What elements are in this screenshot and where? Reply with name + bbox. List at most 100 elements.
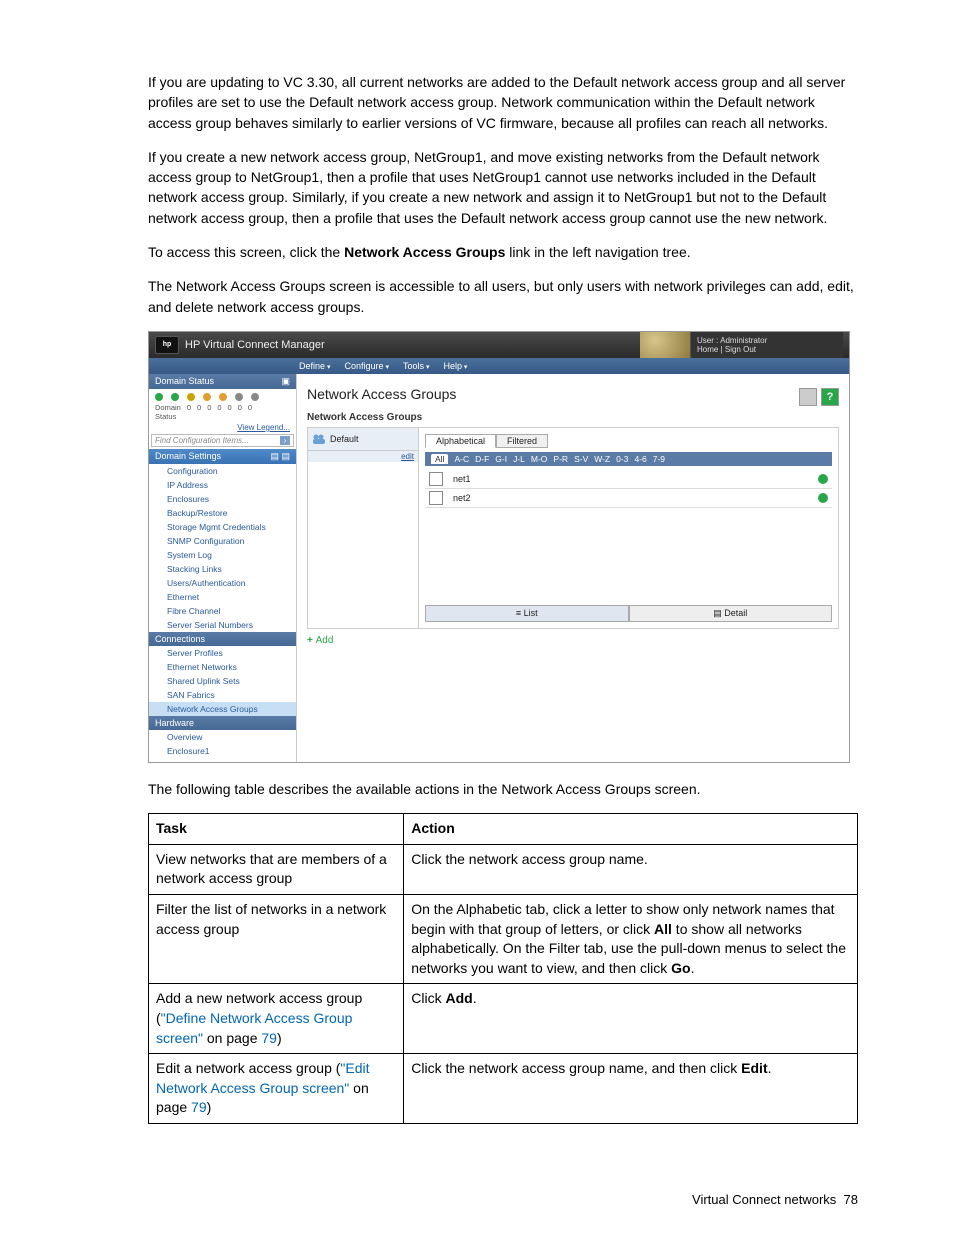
group-default-row[interactable]: Default xyxy=(308,428,418,451)
body-text: If you are updating to VC 3.30, all curr… xyxy=(148,72,858,317)
view-tabs: ≡ List ▤ Detail xyxy=(425,605,832,622)
user-area: User : Administrator Home | Sign Out xyxy=(690,332,843,358)
nav-item[interactable]: SNMP Configuration xyxy=(149,534,296,548)
tab-alphabetical[interactable]: Alphabetical xyxy=(425,434,496,448)
network-rows: net1 net2 xyxy=(425,470,832,508)
hw-list: OverviewEnclosure1 xyxy=(149,730,296,758)
network-name: net1 xyxy=(453,474,471,484)
status-ok-icon xyxy=(818,474,828,484)
menu-define[interactable]: Define xyxy=(299,361,330,371)
network-icon xyxy=(429,472,443,486)
collapse-icon[interactable]: ▣ xyxy=(281,376,290,387)
status-warn-icon xyxy=(203,393,211,401)
status-ok-icon xyxy=(155,393,163,401)
group-default-label: Default xyxy=(330,434,359,444)
nav-item[interactable]: Network Access Groups xyxy=(149,702,296,716)
nav-item[interactable]: Configuration xyxy=(149,464,296,478)
page-heading: Network Access Groups xyxy=(307,386,839,402)
th-task: Task xyxy=(149,814,404,845)
groups-panel: Default edit Alphabetical Filtered All A-… xyxy=(307,427,839,629)
view-legend-link[interactable]: View Legend... xyxy=(149,423,296,434)
domain-status-label: Domain Status xyxy=(155,376,214,387)
alpha-filter[interactable]: W-Z xyxy=(594,454,610,464)
alpha-filter[interactable]: 4-6 xyxy=(634,454,646,464)
menubar: Define Configure Tools Help xyxy=(149,358,849,374)
find-go-button[interactable]: › xyxy=(280,436,290,445)
p3-bold: Network Access Groups xyxy=(344,244,505,260)
status-ok-icon xyxy=(818,493,828,503)
hardware-header[interactable]: Hardware xyxy=(149,716,296,730)
left-nav: Domain Status ▣ Domain0000000 Status Vie… xyxy=(149,374,297,762)
nav-item[interactable]: Server Serial Numbers xyxy=(149,618,296,632)
alpha-filter[interactable]: A-C xyxy=(454,454,469,464)
nav-item[interactable]: IP Address xyxy=(149,478,296,492)
domain-status-counts: Domain0000000 xyxy=(149,403,296,412)
nav-item[interactable]: System Log xyxy=(149,548,296,562)
print-icon[interactable] xyxy=(799,388,817,406)
nav-item[interactable]: SAN Fabrics xyxy=(149,688,296,702)
menu-help[interactable]: Help xyxy=(443,361,467,371)
nav-item[interactable]: Ethernet Networks xyxy=(149,660,296,674)
nav-item[interactable]: Ethernet xyxy=(149,590,296,604)
find-items-input[interactable]: Find Configuration Items... › xyxy=(151,434,294,447)
nav-item[interactable]: Shared Uplink Sets xyxy=(149,674,296,688)
network-row[interactable]: net2 xyxy=(425,489,832,508)
actions-table: Task Action View networks that are membe… xyxy=(148,813,858,1124)
nav-item[interactable]: Backup/Restore xyxy=(149,506,296,520)
conn-list: Server ProfilesEthernet NetworksShared U… xyxy=(149,646,296,716)
find-placeholder: Find Configuration Items... xyxy=(155,436,249,445)
alpha-filter[interactable]: P-R xyxy=(553,454,568,464)
alpha-filter[interactable]: 7-9 xyxy=(653,454,665,464)
alpha-filter[interactable]: S-V xyxy=(574,454,588,464)
nav-item[interactable]: Enclosures xyxy=(149,492,296,506)
nav-item[interactable]: Overview xyxy=(149,730,296,744)
network-row[interactable]: net1 xyxy=(425,470,832,489)
alpha-filter[interactable]: D-F xyxy=(475,454,489,464)
connections-header[interactable]: Connections xyxy=(149,632,296,646)
help-icon[interactable]: ? xyxy=(821,388,839,406)
menu-tools[interactable]: Tools xyxy=(403,361,429,371)
network-icon xyxy=(429,491,443,505)
user-links[interactable]: Home | Sign Out xyxy=(697,345,837,354)
menu-configure[interactable]: Configure xyxy=(344,361,389,371)
paragraph-2: If you create a new network access group… xyxy=(148,147,858,228)
doc-link[interactable]: 79 xyxy=(191,1099,207,1115)
nav-item[interactable]: Enclosure1 xyxy=(149,744,296,758)
view-list-tab[interactable]: ≡ List xyxy=(425,605,629,622)
paragraph-5: The following table describes the availa… xyxy=(148,779,858,799)
task-cell: Edit a network access group ("Edit Netwo… xyxy=(149,1054,404,1124)
alpha-filter[interactable]: 0-3 xyxy=(616,454,628,464)
alpha-filter[interactable]: M-O xyxy=(531,454,548,464)
expand-icon: ▤ ▤ xyxy=(270,451,290,462)
nav-item[interactable]: Fibre Channel xyxy=(149,604,296,618)
doc-link[interactable]: 79 xyxy=(261,1030,277,1046)
alpha-filter[interactable]: All xyxy=(431,454,448,464)
app-title: HP Virtual Connect Manager xyxy=(185,339,325,351)
action-cell: Click the network access group name, and… xyxy=(404,1054,858,1124)
nav-list: ConfigurationIP AddressEnclosuresBackup/… xyxy=(149,464,296,632)
alpha-filter[interactable]: J-L xyxy=(513,454,525,464)
network-name: net2 xyxy=(453,493,471,503)
edit-link[interactable]: edit xyxy=(308,451,418,462)
doc-link[interactable]: "Edit Network Access Group screen" xyxy=(156,1060,370,1096)
domain-settings-header[interactable]: Domain Settings ▤ ▤ xyxy=(149,449,296,464)
nav-item[interactable]: Server Profiles xyxy=(149,646,296,660)
title-graphic xyxy=(640,332,690,358)
th-action: Action xyxy=(404,814,858,845)
alpha-filter[interactable]: G-I xyxy=(495,454,507,464)
paragraph-1: If you are updating to VC 3.30, all curr… xyxy=(148,72,858,133)
add-link[interactable]: Add xyxy=(307,635,333,646)
view-detail-tab[interactable]: ▤ Detail xyxy=(629,605,833,622)
app-screenshot: hp HP Virtual Connect Manager User : Adm… xyxy=(148,331,850,763)
action-cell: On the Alphabetic tab, click a letter to… xyxy=(404,895,858,984)
nav-item[interactable]: Stacking Links xyxy=(149,562,296,576)
nav-item[interactable]: Storage Mgmt Credentials xyxy=(149,520,296,534)
nav-item[interactable]: Users/Authentication xyxy=(149,576,296,590)
status-ok-icon xyxy=(171,393,179,401)
tab-filtered[interactable]: Filtered xyxy=(496,434,548,448)
filter-tabs: Alphabetical Filtered xyxy=(425,434,832,448)
doc-link[interactable]: "Define Network Access Group screen" xyxy=(156,1010,352,1046)
action-cell: Click the network access group name. xyxy=(404,844,858,894)
groups-list: Default edit xyxy=(308,428,419,628)
titlebar: hp HP Virtual Connect Manager User : Adm… xyxy=(149,332,849,358)
